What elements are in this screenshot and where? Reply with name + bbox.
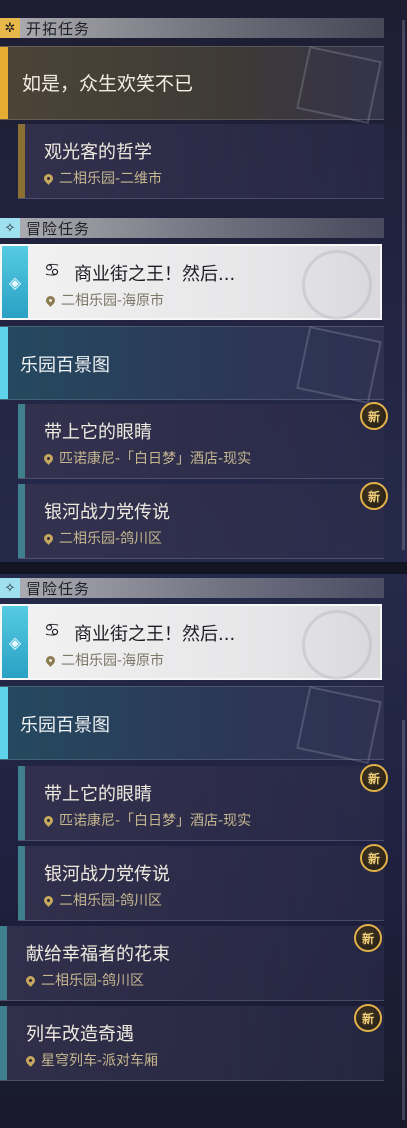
mission-title: 如是，众生欢笑不已 bbox=[22, 73, 194, 95]
quest-title: 列车改造奇遇 bbox=[26, 1024, 134, 1045]
quest-title: 带上它的眼睛 bbox=[44, 784, 152, 805]
teal-accent-bar bbox=[18, 404, 25, 478]
quest-item[interactable]: 列车改造奇遇 星穹列车-派对车厢 bbox=[0, 1006, 384, 1081]
trailblaze-mission-card[interactable]: 如是，众生欢笑不已 bbox=[0, 46, 384, 124]
scrollbar[interactable] bbox=[402, 720, 405, 1120]
section-header-trailblaze: ✲ 开拓任务 bbox=[0, 18, 384, 38]
diamond-icon: ◈ bbox=[2, 606, 28, 678]
location-text: 二相乐园-海原市 bbox=[61, 293, 165, 309]
quest-location: 二相乐园-二维市 bbox=[42, 168, 163, 188]
mission-location: 二相乐园-海原市 bbox=[44, 650, 165, 670]
mission-icon: ♋ bbox=[44, 260, 61, 281]
quest-item[interactable]: 带上它的眼睛 匹诺康尼-「白日梦」酒店-现实 bbox=[18, 766, 384, 841]
new-badge: 新 bbox=[360, 844, 388, 872]
adventure-icon: ✧ bbox=[0, 218, 20, 238]
teal-accent-bar bbox=[18, 484, 25, 558]
emblem-icon bbox=[296, 326, 382, 404]
location-text: 匹诺康尼-「白日梦」酒店-现实 bbox=[59, 451, 252, 467]
quest-item[interactable]: 献给幸福者的花束 二相乐园-鸽川区 bbox=[0, 926, 384, 1001]
location-text: 匹诺康尼-「白日梦」酒店-现实 bbox=[59, 813, 252, 829]
mission-title: 商业街之王！然后... bbox=[74, 264, 236, 285]
location-text: 二相乐园-鸽川区 bbox=[59, 893, 163, 909]
panel-divider bbox=[0, 562, 407, 574]
section-title: 开拓任务 bbox=[26, 19, 91, 38]
location-pin-icon bbox=[42, 893, 55, 907]
quest-item[interactable]: 观光客的哲学 二相乐园-二维市 bbox=[18, 124, 384, 199]
quest-item[interactable]: 银河战力党传说 二相乐园-鸽川区 bbox=[18, 484, 384, 559]
location-text: 星穹列车-派对车厢 bbox=[41, 1053, 159, 1069]
new-badge: 新 bbox=[360, 764, 388, 792]
emblem-icon bbox=[296, 46, 382, 124]
location-pin-icon bbox=[42, 451, 55, 465]
selected-mission-card[interactable]: ◈ ♋ 商业街之王！然后... 二相乐园-海原市 bbox=[0, 244, 382, 320]
teal-accent-bar bbox=[18, 766, 25, 840]
mission-location: 二相乐园-海原市 bbox=[44, 290, 165, 310]
quest-item[interactable]: 银河战力党传说 二相乐园-鸽川区 bbox=[18, 846, 384, 921]
mission-group-card[interactable]: 乐园百景图 bbox=[0, 326, 384, 404]
quest-location: 二相乐园-鸽川区 bbox=[42, 890, 163, 910]
location-text: 二相乐园-鸽川区 bbox=[59, 531, 163, 547]
new-badge: 新 bbox=[360, 482, 388, 510]
teal-accent-bar bbox=[0, 926, 7, 1000]
emblem-icon bbox=[296, 686, 382, 764]
teal-accent-bar bbox=[18, 846, 25, 920]
quest-location: 二相乐园-鸽川区 bbox=[24, 970, 145, 990]
quest-title: 献给幸福者的花束 bbox=[26, 944, 170, 965]
quest-location: 星穹列车-派对车厢 bbox=[24, 1050, 159, 1070]
mission-title: 商业街之王！然后... bbox=[74, 624, 236, 645]
location-pin-icon bbox=[42, 813, 55, 827]
group-title: 乐园百景图 bbox=[20, 715, 110, 736]
quest-title: 银河战力党传说 bbox=[44, 502, 170, 523]
trailblaze-icon: ✲ bbox=[0, 18, 20, 38]
quest-location: 匹诺康尼-「白日梦」酒店-现实 bbox=[42, 810, 252, 830]
location-text: 二相乐园-鸽川区 bbox=[41, 973, 145, 989]
section-header-adventure: ✧ 冒险任务 bbox=[0, 218, 384, 238]
diamond-icon: ◈ bbox=[2, 246, 28, 318]
teal-accent-bar bbox=[0, 1006, 7, 1080]
teal-accent-bar bbox=[0, 687, 8, 759]
location-pin-icon bbox=[44, 653, 57, 667]
location-pin-icon bbox=[24, 973, 37, 987]
location-pin-icon bbox=[24, 1053, 37, 1067]
selected-mission-card[interactable]: ◈ ♋ 商业街之王！然后... 二相乐园-海原市 bbox=[0, 604, 382, 680]
location-pin-icon bbox=[42, 171, 55, 185]
location-text: 二相乐园-二维市 bbox=[59, 171, 163, 187]
location-text: 二相乐园-海原市 bbox=[61, 653, 165, 669]
location-pin-icon bbox=[44, 293, 57, 307]
quest-item[interactable]: 带上它的眼睛 匹诺康尼-「白日梦」酒店-现实 bbox=[18, 404, 384, 479]
quest-location: 二相乐园-鸽川区 bbox=[42, 528, 163, 548]
quest-title: 银河战力党传说 bbox=[44, 864, 170, 885]
location-pin-icon bbox=[42, 531, 55, 545]
gold-accent-bar bbox=[18, 124, 25, 198]
section-header-adventure: ✧ 冒险任务 bbox=[0, 578, 384, 598]
quest-title: 观光客的哲学 bbox=[44, 142, 152, 163]
new-badge: 新 bbox=[354, 924, 382, 952]
emblem-icon bbox=[302, 250, 372, 320]
adventure-icon: ✧ bbox=[0, 578, 20, 598]
teal-accent-bar bbox=[0, 327, 8, 399]
new-badge: 新 bbox=[354, 1004, 382, 1032]
quest-title: 带上它的眼睛 bbox=[44, 422, 152, 443]
new-badge: 新 bbox=[360, 402, 388, 430]
quest-location: 匹诺康尼-「白日梦」酒店-现实 bbox=[42, 448, 252, 468]
gold-accent-bar bbox=[0, 47, 8, 119]
section-title: 冒险任务 bbox=[26, 579, 91, 598]
group-title: 乐园百景图 bbox=[20, 355, 110, 376]
mission-group-card[interactable]: 乐园百景图 bbox=[0, 686, 384, 764]
emblem-icon bbox=[302, 610, 372, 680]
mission-icon: ♋ bbox=[44, 620, 61, 641]
section-title: 冒险任务 bbox=[26, 219, 91, 238]
scrollbar[interactable] bbox=[402, 20, 405, 550]
